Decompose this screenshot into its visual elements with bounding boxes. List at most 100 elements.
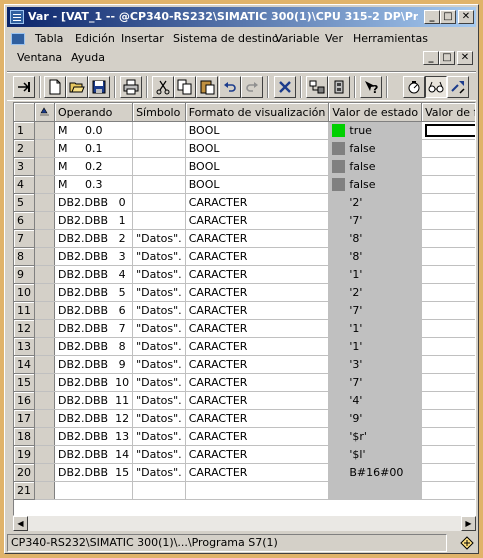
- minimize-button[interactable]: _: [424, 10, 440, 24]
- operand-cell[interactable]: DB2.DBB 8: [54, 337, 134, 356]
- row-number[interactable]: 16: [14, 391, 35, 410]
- table-row[interactable]: 21: [14, 481, 475, 500]
- paste-icon[interactable]: [196, 76, 218, 98]
- force-value-cell[interactable]: [421, 247, 475, 266]
- symbol-cell[interactable]: "Datos".: [132, 445, 186, 464]
- symbol-cell[interactable]: [132, 139, 186, 158]
- format-cell[interactable]: CARACTER: [185, 445, 330, 464]
- symbol-cell[interactable]: "Datos".: [132, 319, 186, 338]
- format-cell[interactable]: CARACTER: [185, 427, 330, 446]
- undo-icon[interactable]: [219, 76, 241, 98]
- row-marker[interactable]: [34, 211, 55, 230]
- menu-edicion[interactable]: Edición: [75, 31, 115, 47]
- format-cell[interactable]: CARACTER: [185, 355, 330, 374]
- force-value-cell[interactable]: [421, 265, 475, 284]
- table-row[interactable]: 3 M 0.2 BOOL false: [14, 157, 475, 176]
- menu-tabla[interactable]: Tabla: [35, 31, 63, 47]
- monitor-glasses-icon[interactable]: [425, 76, 447, 98]
- symbol-cell[interactable]: [132, 121, 186, 140]
- row-marker[interactable]: [34, 121, 55, 140]
- force-value-cell[interactable]: [421, 481, 475, 500]
- row-number[interactable]: 20: [14, 463, 35, 482]
- force-value-cell[interactable]: [421, 463, 475, 482]
- symbol-cell[interactable]: "Datos".: [132, 229, 186, 248]
- menu-ventana[interactable]: Ventana: [17, 50, 62, 66]
- copy-icon[interactable]: [174, 76, 196, 98]
- operand-cell[interactable]: DB2.DBB 3: [54, 247, 134, 266]
- format-cell[interactable]: CARACTER: [185, 409, 330, 428]
- operand-cell[interactable]: DB2.DBB 14: [54, 445, 134, 464]
- operand-cell[interactable]: DB2.DBB 9: [54, 355, 134, 374]
- menu-ver[interactable]: Ver: [325, 31, 343, 47]
- row-marker[interactable]: [34, 337, 55, 356]
- table-row[interactable]: 14 DB2.DBB 9 "Datos". CARACTER '3': [14, 355, 475, 374]
- menu-sistema-destino[interactable]: Sistema de destino: [173, 31, 279, 47]
- row-number[interactable]: 21: [14, 481, 35, 500]
- app-icon[interactable]: [10, 10, 24, 24]
- format-cell[interactable]: CARACTER: [185, 337, 330, 356]
- force-value-cell[interactable]: [421, 211, 475, 230]
- force-value-cell[interactable]: [421, 229, 475, 248]
- header-valor-estado[interactable]: Valor de estado: [328, 103, 423, 122]
- force-value-cell[interactable]: [421, 445, 475, 464]
- operand-cell[interactable]: DB2.DBB 10: [54, 373, 134, 392]
- row-marker[interactable]: [34, 391, 55, 410]
- table-row[interactable]: 13 DB2.DBB 8 "Datos". CARACTER '1': [14, 337, 475, 356]
- maximize-button[interactable]: □: [440, 10, 456, 24]
- table-row[interactable]: 4 M 0.3 BOOL false: [14, 175, 475, 194]
- row-number[interactable]: 3: [14, 157, 35, 176]
- table-row[interactable]: 1 M 0.0 BOOL true: [14, 121, 475, 140]
- format-cell[interactable]: CARACTER: [185, 211, 330, 230]
- row-marker[interactable]: [34, 229, 55, 248]
- row-number[interactable]: 2: [14, 139, 35, 158]
- format-cell[interactable]: CARACTER: [185, 229, 330, 248]
- force-value-cell[interactable]: [421, 337, 475, 356]
- document-icon[interactable]: [11, 33, 25, 45]
- new-icon[interactable]: [44, 76, 66, 98]
- format-cell[interactable]: CARACTER: [185, 193, 330, 212]
- row-marker[interactable]: [34, 139, 55, 158]
- symbol-cell[interactable]: "Datos".: [132, 463, 186, 482]
- symbol-cell[interactable]: "Datos".: [132, 265, 186, 284]
- scroll-right-icon[interactable]: ▶: [461, 516, 476, 531]
- table-row[interactable]: 11 DB2.DBB 6 "Datos". CARACTER '7': [14, 301, 475, 320]
- symbol-cell[interactable]: "Datos".: [132, 337, 186, 356]
- row-marker[interactable]: [34, 427, 55, 446]
- row-marker[interactable]: [34, 265, 55, 284]
- menu-herramientas[interactable]: Herramientas: [353, 31, 428, 47]
- header-formato[interactable]: Formato de visualización: [185, 103, 330, 122]
- force-value-cell[interactable]: [421, 157, 475, 176]
- format-cell[interactable]: BOOL: [185, 175, 330, 194]
- delete-icon[interactable]: [274, 76, 296, 98]
- format-cell[interactable]: CARACTER: [185, 301, 330, 320]
- operand-cell[interactable]: DB2.DBB 0: [54, 193, 134, 212]
- format-cell[interactable]: CARACTER: [185, 391, 330, 410]
- symbol-cell[interactable]: "Datos".: [132, 247, 186, 266]
- force-value-cell[interactable]: [421, 283, 475, 302]
- operand-cell[interactable]: M 0.3: [54, 175, 134, 194]
- print-icon[interactable]: [120, 76, 142, 98]
- operand-cell[interactable]: DB2.DBB 2: [54, 229, 134, 248]
- force-value-cell[interactable]: [421, 373, 475, 392]
- force-value-cell[interactable]: [421, 427, 475, 446]
- table-row[interactable]: 18 DB2.DBB 13 "Datos". CARACTER '$r': [14, 427, 475, 446]
- table-row[interactable]: 20 DB2.DBB 15 "Datos". CARACTER B#16#00: [14, 463, 475, 482]
- table-row[interactable]: 15 DB2.DBB 10 "Datos". CARACTER '7': [14, 373, 475, 392]
- symbol-cell[interactable]: "Datos".: [132, 355, 186, 374]
- force-value-cell[interactable]: [421, 319, 475, 338]
- row-marker[interactable]: [34, 247, 55, 266]
- row-number[interactable]: 18: [14, 427, 35, 446]
- row-marker[interactable]: [34, 355, 55, 374]
- row-marker[interactable]: [34, 193, 55, 212]
- symbol-cell[interactable]: [132, 175, 186, 194]
- monitor-online-icon[interactable]: [306, 76, 328, 98]
- operand-cell[interactable]: DB2.DBB 15: [54, 463, 134, 482]
- force-value-cell[interactable]: [421, 121, 475, 140]
- row-marker[interactable]: [34, 301, 55, 320]
- header-valor-forzado[interactable]: Valor de forza: [421, 103, 475, 122]
- force-value-cell[interactable]: [421, 301, 475, 320]
- table-row[interactable]: 19 DB2.DBB 14 "Datos". CARACTER '$l': [14, 445, 475, 464]
- row-number[interactable]: 1: [14, 121, 35, 140]
- row-number[interactable]: 5: [14, 193, 35, 212]
- symbol-cell[interactable]: "Datos".: [132, 373, 186, 392]
